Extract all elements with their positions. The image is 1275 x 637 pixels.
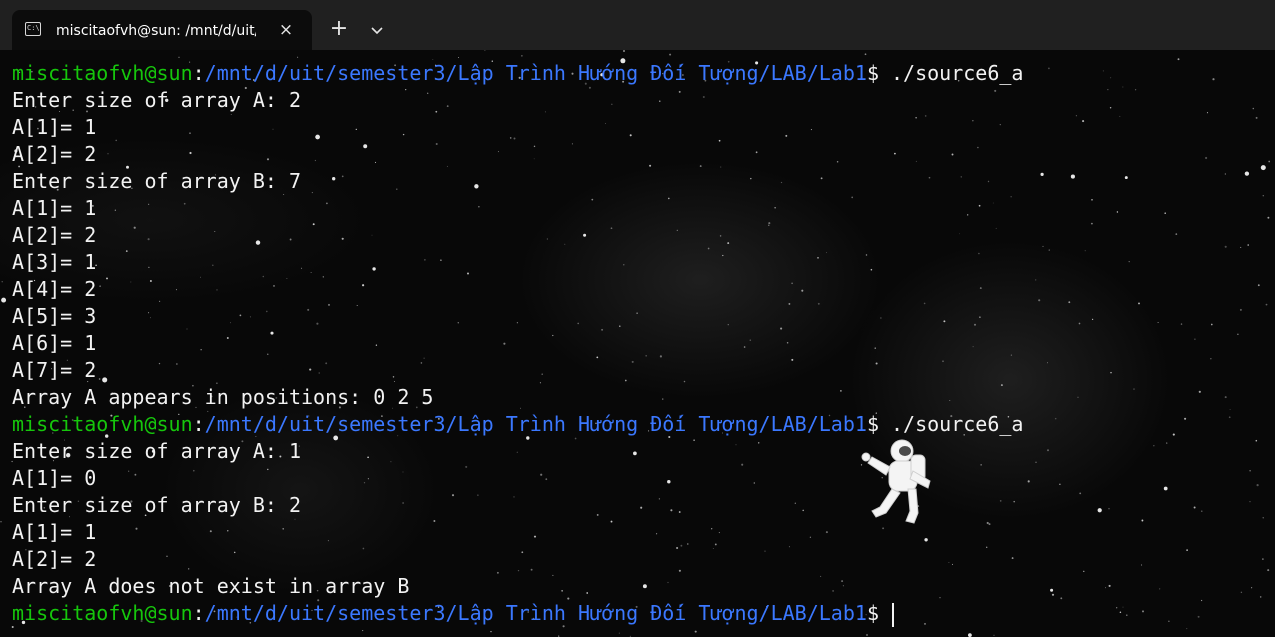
output-line: A[2]= 2 [12,222,1262,249]
prompt-separator: : [192,61,205,85]
output-line: Enter size of array B: 2 [12,492,1262,519]
output-line: Enter size of array A: 2 [12,87,1262,114]
prompt-separator: : [192,601,205,625]
terminal-icon: C:\ [25,22,41,36]
output-text: A[7]= 2 [12,358,97,382]
output-line: Array A appears in positions: 0 2 5 [12,384,1262,411]
new-tab-button[interactable]: + [326,16,352,42]
prompt-separator: : [192,412,205,436]
output-line: Enter size of array A: 1 [12,438,1262,465]
output-line: A[1]= 0 [12,465,1262,492]
output-text: Enter size of array A: 1 [12,439,301,463]
output-text: A[2]= 2 [12,547,97,571]
output-line: A[7]= 2 [12,357,1262,384]
tab-title: miscitaofvh@sun: /mnt/d/uit/ [56,23,256,39]
output-line: A[1]= 1 [12,114,1262,141]
prompt-line: miscitaofvh@sun:/mnt/d/uit/semester3/Lập… [12,600,1262,627]
output-text: Enter size of array A: 2 [12,88,301,112]
close-icon[interactable]: × [274,18,298,42]
output-text: Array A appears in positions: 0 2 5 [12,385,434,409]
output-text: A[4]= 2 [12,277,97,301]
prompt-user: miscitaofvh@sun [12,61,193,85]
output-line: A[2]= 2 [12,141,1262,168]
prompt-path: /mnt/d/uit/semester3/Lập Trình Hướng Đối… [204,412,867,436]
output-text: A[2]= 2 [12,142,97,166]
terminal-pane[interactable]: miscitaofvh@sun:/mnt/d/uit/semester3/Lập… [0,50,1275,637]
output-line: A[6]= 1 [12,330,1262,357]
output-text: Array A does not exist in array B [12,574,410,598]
output-line: Enter size of array B: 7 [12,168,1262,195]
prompt-line: miscitaofvh@sun:/mnt/d/uit/semester3/Lập… [12,60,1262,87]
prompt-path: /mnt/d/uit/semester3/Lập Trình Hướng Đối… [204,601,867,625]
prompt-user: miscitaofvh@sun [12,412,193,436]
prompt-user: miscitaofvh@sun [12,601,193,625]
output-line: A[5]= 3 [12,303,1262,330]
output-text: A[3]= 1 [12,250,97,274]
output-text: A[6]= 1 [12,331,97,355]
prompt-path: /mnt/d/uit/semester3/Lập Trình Hướng Đối… [204,61,867,85]
title-bar: C:\ miscitaofvh@sun: /mnt/d/uit/ × + [0,0,1275,50]
output-text: A[5]= 3 [12,304,97,328]
output-text: A[1]= 1 [12,520,97,544]
text-cursor [892,602,895,627]
output-line: Array A does not exist in array B [12,573,1262,600]
output-line: A[4]= 2 [12,276,1262,303]
prompt-line: miscitaofvh@sun:/mnt/d/uit/semester3/Lập… [12,411,1262,438]
output-text: A[2]= 2 [12,223,97,247]
terminal-output: miscitaofvh@sun:/mnt/d/uit/semester3/Lập… [12,60,1262,627]
output-line: A[1]= 1 [12,195,1262,222]
output-line: A[1]= 1 [12,519,1262,546]
chevron-down-icon[interactable] [366,20,388,42]
terminal-tab[interactable]: C:\ miscitaofvh@sun: /mnt/d/uit/ × [12,10,312,50]
prompt-command: $ ./source6_a [866,61,1024,85]
prompt-command: $ ./source6_a [866,412,1024,436]
output-text: Enter size of array B: 2 [12,493,301,517]
output-text: A[1]= 0 [12,466,97,490]
output-line: A[3]= 1 [12,249,1262,276]
output-text: Enter size of array B: 7 [12,169,301,193]
output-line: A[2]= 2 [12,546,1262,573]
output-text: A[1]= 1 [12,196,97,220]
output-text: A[1]= 1 [12,115,97,139]
prompt-command: $ [866,601,892,625]
